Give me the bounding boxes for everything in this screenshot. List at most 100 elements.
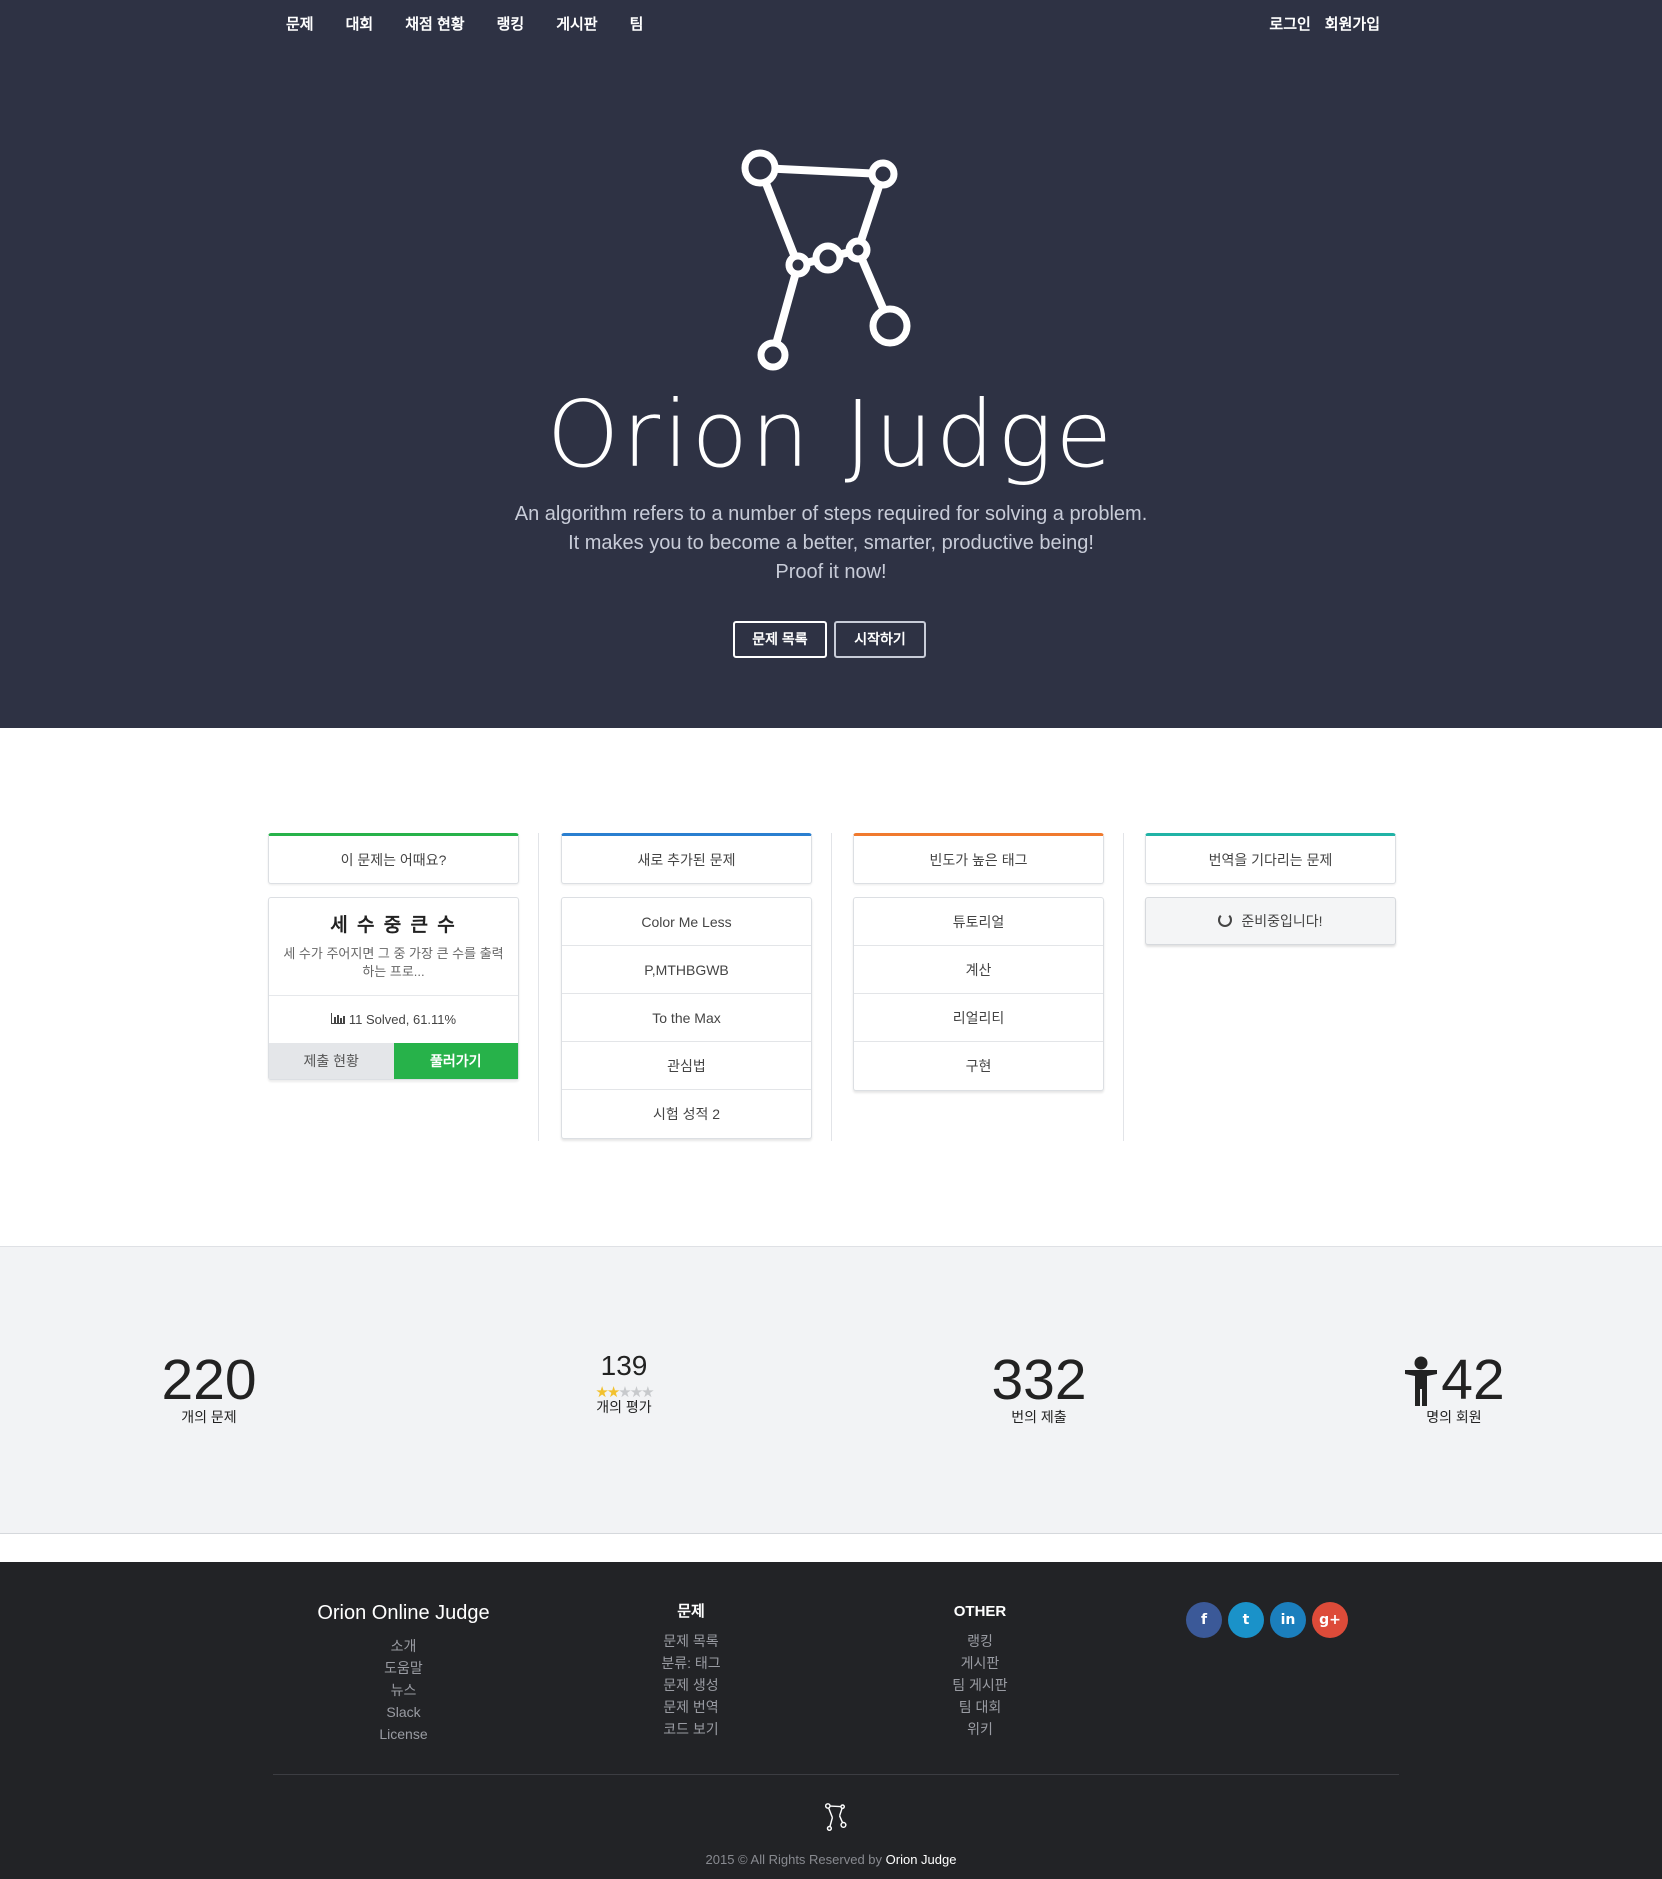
popular-tags-column: 빈도가 높은 태그 튜토리얼 계산 리얼리티 구현: [853, 833, 1104, 1091]
list-item[interactable]: 리얼리티: [854, 994, 1103, 1042]
popular-tags-list: 튜토리얼 계산 리얼리티 구현: [853, 897, 1104, 1091]
nav-team[interactable]: 팀: [630, 13, 644, 34]
list-item[interactable]: P,MTHBGWB: [562, 946, 811, 994]
list-item[interactable]: 관심법: [562, 1042, 811, 1090]
person-icon: [1405, 1356, 1438, 1406]
translation-header: 번역을 기다리는 문제: [1145, 833, 1396, 884]
nav-status[interactable]: 채점 현황: [405, 13, 464, 34]
stat-submissions-label: 번의 제출: [1011, 1409, 1067, 1425]
social-links: f t in g+: [1186, 1602, 1354, 1638]
stat-problems: 220 개의 문제: [84, 1347, 334, 1427]
list-item[interactable]: 시험 성적 2: [562, 1090, 811, 1138]
footer-link-problem-list[interactable]: 문제 목록: [621, 1630, 761, 1652]
site-footer: Orion Online Judge 소개 도움말 뉴스 Slack Licen…: [0, 1562, 1662, 1879]
signup-link[interactable]: 회원가입: [1325, 13, 1380, 34]
footer-link-ranking[interactable]: 랭킹: [910, 1630, 1050, 1652]
pending-notice: 준비중입니다!: [1145, 897, 1396, 945]
footer-other-heading: OTHER: [953, 1603, 1007, 1620]
column-divider: [538, 833, 539, 1141]
site-stats: 220 개의 문제 139 ★★★★★ 개의 평가 332 번의 제출 42 명…: [0, 1246, 1662, 1534]
nav-auth: 로그인 회원가입: [1255, 13, 1380, 34]
submission-status-button[interactable]: 제출 현황: [269, 1043, 394, 1079]
footer-link-slack[interactable]: Slack: [290, 1701, 517, 1723]
solve-problem-button[interactable]: 풀러가기: [393, 1043, 518, 1079]
column-divider: [831, 833, 832, 1141]
stat-ratings-value: 139: [600, 1350, 648, 1381]
stat-ratings-label: 개의 평가: [596, 1399, 652, 1415]
stat-members: 42 명의 회원: [1329, 1347, 1579, 1427]
popular-tags-header: 빈도가 높은 태그: [853, 833, 1104, 884]
copyright: 2015 © All Rights Reserved by Orion Judg…: [0, 1852, 1662, 1867]
spinner-icon: [1218, 913, 1233, 928]
tagline-line-3: Proof it now!: [775, 561, 887, 583]
nav-ranking[interactable]: 랭킹: [497, 13, 525, 34]
footer-link-tags[interactable]: 분류: 태그: [621, 1652, 761, 1674]
tagline-line-2: It makes you to become a better, smarter…: [568, 532, 1094, 554]
footer-link-about[interactable]: 소개: [290, 1635, 517, 1657]
footer-link-help[interactable]: 도움말: [290, 1657, 517, 1679]
copyright-brand[interactable]: Orion Judge: [886, 1852, 957, 1867]
column-divider: [1123, 833, 1124, 1141]
tagline-line-1: An algorithm refers to a number of steps…: [514, 503, 1148, 525]
solved-stats-text: 11 Solved, 61.11%: [348, 1012, 457, 1027]
footer-problems-column: 문제 문제 목록 분류: 태그 문제 생성 문제 번역 코드 보기: [621, 1602, 761, 1740]
facebook-icon[interactable]: f: [1186, 1602, 1222, 1638]
orion-constellation-logo: [741, 149, 911, 371]
nav-board[interactable]: 게시판: [556, 13, 597, 34]
problem-list-button[interactable]: 문제 목록: [733, 621, 827, 658]
list-item[interactable]: 계산: [854, 946, 1103, 994]
stat-members-label: 명의 회원: [1426, 1409, 1482, 1425]
footer-link-code[interactable]: 코드 보기: [621, 1718, 761, 1740]
nav-contests[interactable]: 대회: [346, 13, 374, 34]
problem-title[interactable]: 세 수 중 큰 수: [269, 898, 518, 937]
stat-submissions-value: 332: [991, 1348, 1087, 1412]
new-problems-column: 새로 추가된 문제 Color Me Less P,MTHBGWB To the…: [561, 833, 812, 1139]
recommended-problem-column: 이 문제는 어때요? 세 수 중 큰 수 세 수가 주어지면 그 중 가장 큰 …: [268, 833, 519, 1080]
nav-menu: 문제 대회 채점 현황 랭킹 게시판 팀: [270, 13, 659, 34]
list-item[interactable]: Color Me Less: [562, 898, 811, 946]
stat-problems-label: 개의 문제: [181, 1409, 237, 1425]
top-navbar: 문제 대회 채점 현황 랭킹 게시판 팀 로그인 회원가입: [0, 0, 1662, 46]
feature-cards: 이 문제는 어때요? 세 수 중 큰 수 세 수가 주어지면 그 중 가장 큰 …: [268, 833, 1396, 1141]
bar-chart-icon: [330, 1013, 345, 1025]
list-item[interactable]: To the Max: [562, 994, 811, 1042]
translation-column: 번역을 기다리는 문제 준비중입니다!: [1145, 833, 1396, 945]
footer-brand-column: Orion Online Judge 소개 도움말 뉴스 Slack Licen…: [290, 1602, 517, 1745]
google-plus-icon[interactable]: g+: [1312, 1602, 1348, 1638]
footer-link-team-board[interactable]: 팀 게시판: [910, 1674, 1050, 1696]
site-title: Orion Judge: [546, 381, 1116, 488]
footer-link-team-contest[interactable]: 팀 대회: [910, 1696, 1050, 1718]
stat-submissions: 332 번의 제출: [914, 1347, 1164, 1427]
stat-problems-value: 220: [161, 1348, 257, 1412]
hero-buttons: 문제 목록 시작하기: [733, 621, 926, 658]
list-item[interactable]: 튜토리얼: [854, 898, 1103, 946]
footer-link-create[interactable]: 문제 생성: [621, 1674, 761, 1696]
footer-divider: [273, 1774, 1399, 1775]
footer-link-wiki[interactable]: 위키: [910, 1718, 1050, 1740]
login-link[interactable]: 로그인: [1269, 13, 1310, 34]
new-problems-header: 새로 추가된 문제: [561, 833, 812, 884]
list-item[interactable]: 구현: [854, 1042, 1103, 1090]
twitter-icon[interactable]: t: [1228, 1602, 1264, 1638]
stat-members-row: 42: [1329, 1347, 1579, 1413]
footer-link-board[interactable]: 게시판: [910, 1652, 1050, 1674]
recommended-header: 이 문제는 어때요?: [268, 833, 519, 884]
footer-other-column: OTHER 랭킹 게시판 팀 게시판 팀 대회 위키: [910, 1602, 1050, 1740]
new-problems-list: Color Me Less P,MTHBGWB To the Max 관심법 시…: [561, 897, 812, 1139]
hero-section: 문제 대회 채점 현황 랭킹 게시판 팀 로그인 회원가입 Orion Judg…: [0, 0, 1662, 728]
problem-actions: 제출 현황 풀러가기: [269, 1043, 518, 1079]
stat-ratings: 139 ★★★★★ 개의 평가: [499, 1347, 749, 1417]
footer-logo-icon: [824, 1803, 847, 1832]
footer-link-license[interactable]: License: [290, 1723, 517, 1745]
footer-link-news[interactable]: 뉴스: [290, 1679, 517, 1701]
footer-link-translate[interactable]: 문제 번역: [621, 1696, 761, 1718]
problem-description: 세 수가 주어지면 그 중 가장 큰 수를 출력하는 프로...: [283, 946, 504, 979]
get-started-button[interactable]: 시작하기: [834, 621, 926, 658]
footer-problems-heading: 문제: [677, 1603, 705, 1620]
pending-text: 준비중입니다!: [1241, 913, 1323, 929]
nav-problems[interactable]: 문제: [286, 13, 314, 34]
recommended-problem-card: 세 수 중 큰 수 세 수가 주어지면 그 중 가장 큰 수를 출력하는 프로.…: [268, 897, 519, 1080]
stat-members-value: 42: [1441, 1348, 1505, 1412]
footer-brand-title: Orion Online Judge: [317, 1602, 490, 1624]
linkedin-icon[interactable]: in: [1270, 1602, 1306, 1638]
